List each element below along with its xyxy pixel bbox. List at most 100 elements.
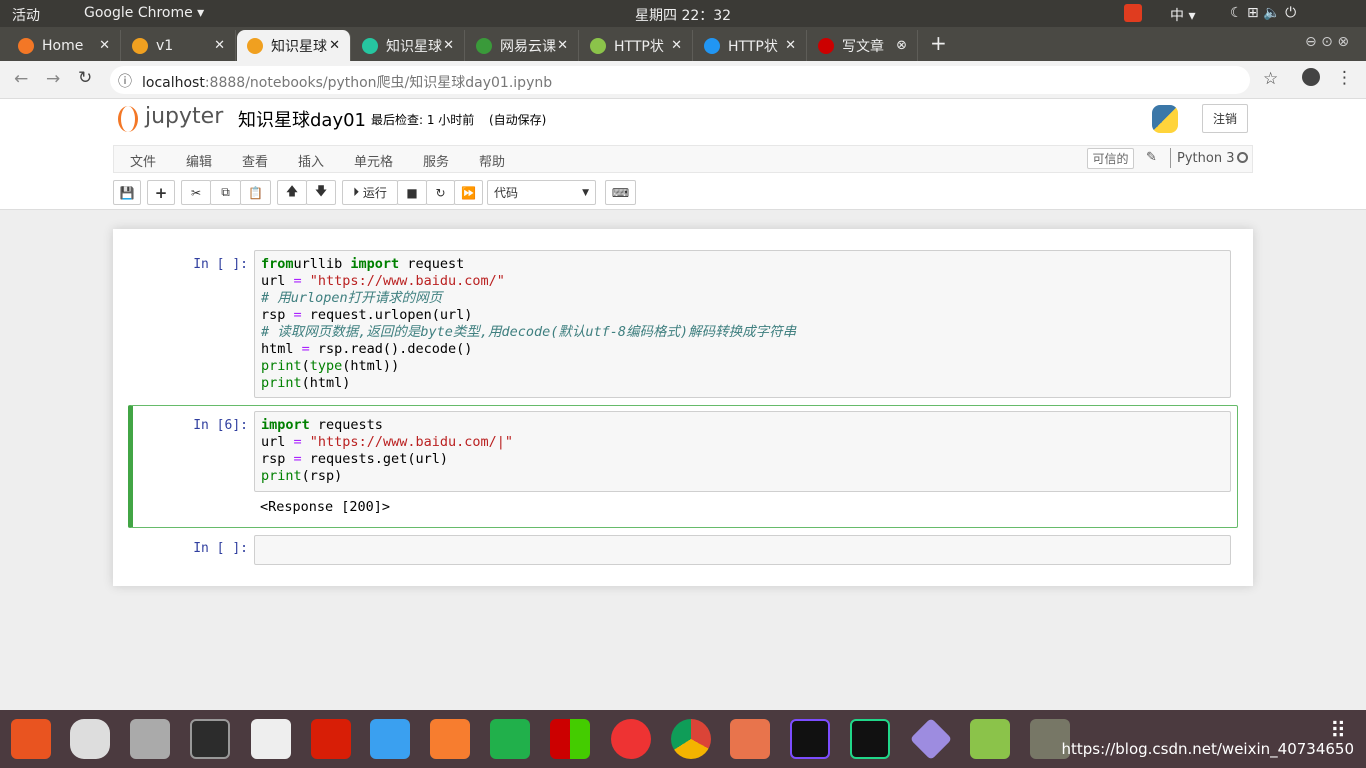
interrupt-button[interactable]: ■ xyxy=(397,180,427,205)
wps-spreadsheet-icon[interactable] xyxy=(490,719,530,759)
text-editor-icon[interactable] xyxy=(251,719,291,759)
cut-button[interactable]: ✂ xyxy=(181,180,211,205)
move-up-button[interactable]: 🡅 xyxy=(277,180,307,205)
restart-button[interactable]: ↻ xyxy=(426,180,455,205)
code-line: print(html) xyxy=(261,375,1224,392)
forward-icon[interactable]: → xyxy=(46,69,60,89)
tab-favicon-icon xyxy=(476,37,492,54)
close-tab-icon[interactable]: ✕ xyxy=(557,38,568,53)
tab[interactable]: HTTP状 ✕ xyxy=(694,30,807,61)
watermark: https://blog.csdn.net/weixin_40734650 xyxy=(1061,740,1354,758)
close-tab-icon[interactable]: ✕ xyxy=(99,38,110,53)
app-menu[interactable]: Google Chrome ▾ xyxy=(84,5,204,21)
pycharm-icon[interactable] xyxy=(850,719,890,759)
code-token: import xyxy=(261,417,310,433)
tab[interactable]: 知识星球 ✕ xyxy=(352,30,465,61)
netease-music-icon[interactable] xyxy=(311,719,351,759)
bookmark-star-icon[interactable]: ☆ xyxy=(1263,69,1278,89)
code-line: print(type(html)) xyxy=(261,358,1224,375)
window-controls[interactable]: ⊖ ⊙ ⊗ xyxy=(1305,34,1349,50)
terminal-icon[interactable] xyxy=(190,719,230,759)
input-method[interactable]: 中 ▾ xyxy=(1170,5,1195,25)
app-icon[interactable] xyxy=(550,719,590,759)
files-icon[interactable] xyxy=(130,719,170,759)
edit-pencil-icon[interactable]: ✎ xyxy=(1146,150,1157,165)
run-button[interactable]: ⏵ 运行 xyxy=(342,180,398,205)
code-cell-input[interactable]: fromurllib import request url = "https://… xyxy=(254,250,1231,398)
python-logo-icon xyxy=(1152,105,1178,133)
code-cell-input[interactable]: import requests url = "https://www.baidu.… xyxy=(254,411,1231,492)
paste-button[interactable]: 📋 xyxy=(240,180,271,205)
code-line: url = "https://www.baidu.com/" xyxy=(261,273,1224,290)
wps-presentation-icon[interactable] xyxy=(430,719,470,759)
code-token: print xyxy=(261,358,302,374)
menu-icon[interactable]: ⋮ xyxy=(1336,68,1353,88)
cell-type-select[interactable]: 代码 ▼ xyxy=(487,180,596,205)
code-token: = xyxy=(301,341,310,357)
insert-cell-button[interactable]: + xyxy=(147,180,175,205)
xmind-icon[interactable] xyxy=(611,719,651,759)
menu-item[interactable]: 插入 xyxy=(298,151,324,170)
close-tab-icon[interactable]: ✕ xyxy=(214,38,225,53)
kernel-name[interactable]: Python 3 xyxy=(1177,151,1234,166)
reload-icon[interactable]: ↻ xyxy=(78,68,92,88)
code-token: html xyxy=(261,341,302,357)
code-token: = xyxy=(293,434,302,450)
menu-item[interactable]: 文件 xyxy=(130,151,156,170)
move-down-button[interactable]: 🡇 xyxy=(306,180,336,205)
archive-icon[interactable] xyxy=(730,719,770,759)
tray-icons[interactable]: ☾ ⊞ 🔈 ⏻ xyxy=(1230,5,1296,21)
close-tab-icon[interactable]: ✕ xyxy=(329,38,340,53)
sogou-icon[interactable] xyxy=(1124,4,1142,22)
save-button[interactable]: 💾 xyxy=(113,180,141,205)
chrome-icon[interactable] xyxy=(671,719,711,759)
tab[interactable]: 网易云课 ✕ xyxy=(466,30,579,61)
menu-item[interactable]: 查看 xyxy=(242,151,268,170)
wps-writer-icon[interactable] xyxy=(370,719,410,759)
code-cell-input[interactable] xyxy=(254,535,1231,565)
logout-button[interactable]: 注销 xyxy=(1202,104,1248,133)
tab[interactable]: 写文章 ⊗ xyxy=(808,30,918,61)
autosave-status: (自动保存) xyxy=(489,113,547,127)
tab-favicon-icon xyxy=(247,37,263,54)
tab[interactable]: HTTP状 ✕ xyxy=(580,30,693,61)
rhythmbox-icon[interactable] xyxy=(70,719,110,759)
url-input[interactable]: ⓘ localhost:8888/notebooks/python爬虫/知识星球… xyxy=(110,66,1250,94)
app-icon[interactable] xyxy=(909,717,953,761)
trusted-indicator[interactable]: 可信的 xyxy=(1087,148,1134,169)
menu-item[interactable]: 编辑 xyxy=(186,151,212,170)
clock[interactable]: 星期四 22：32 xyxy=(635,5,731,25)
notebook-title[interactable]: 知识星球day01 xyxy=(238,106,366,132)
code-token: = xyxy=(293,307,302,323)
code-token: rsp.read().decode() xyxy=(309,341,473,357)
restart-run-all-button[interactable]: ⏩ xyxy=(454,180,483,205)
tab[interactable]: v1 ✕ xyxy=(122,30,236,61)
new-tab-button[interactable]: + xyxy=(930,31,947,55)
software-center-icon[interactable] xyxy=(11,719,51,759)
tab-bar: Home ✕ v1 ✕ 知识星球 ✕ 知识星球 ✕ 网易云课 ✕ HTTP状 ✕ HTTP状 ✕ 写文章 ⊗ +… xyxy=(0,27,1366,61)
back-icon[interactable]: ← xyxy=(14,69,28,89)
profile-icon[interactable] xyxy=(1302,68,1320,86)
jupyter-logo-icon[interactable] xyxy=(118,106,138,132)
activities-button[interactable]: 活动 xyxy=(12,5,40,25)
search-tool-icon[interactable] xyxy=(970,719,1010,759)
code-token: "https://www.baidu.com/|" xyxy=(309,434,513,450)
tab[interactable]: Home ✕ xyxy=(8,30,121,61)
goland-icon[interactable] xyxy=(790,719,830,759)
menu-item[interactable]: 帮助 xyxy=(479,151,505,170)
code-token: # 用urlopen打开请求的网页 xyxy=(261,290,443,306)
info-icon[interactable]: ⓘ xyxy=(118,71,132,91)
copy-button[interactable]: ⧉ xyxy=(210,180,241,205)
tab[interactable]: 知识星球 ✕ xyxy=(237,30,351,61)
menu-item[interactable]: 服务 xyxy=(423,151,449,170)
jupyter-logo-text[interactable]: jupyter xyxy=(145,104,223,129)
close-tab-icon[interactable]: ⊗ xyxy=(896,38,907,53)
tab-label: 网易云课 xyxy=(500,38,556,55)
menu-item[interactable]: 单元格 xyxy=(354,151,393,170)
checkpoint-status: 最后检查: 1 小时前 xyxy=(371,113,475,127)
close-tab-icon[interactable]: ✕ xyxy=(443,38,454,53)
run-label: 运行 xyxy=(362,186,387,200)
close-tab-icon[interactable]: ✕ xyxy=(671,38,682,53)
close-tab-icon[interactable]: ✕ xyxy=(785,38,796,53)
command-palette-button[interactable]: ⌨ xyxy=(605,180,636,205)
